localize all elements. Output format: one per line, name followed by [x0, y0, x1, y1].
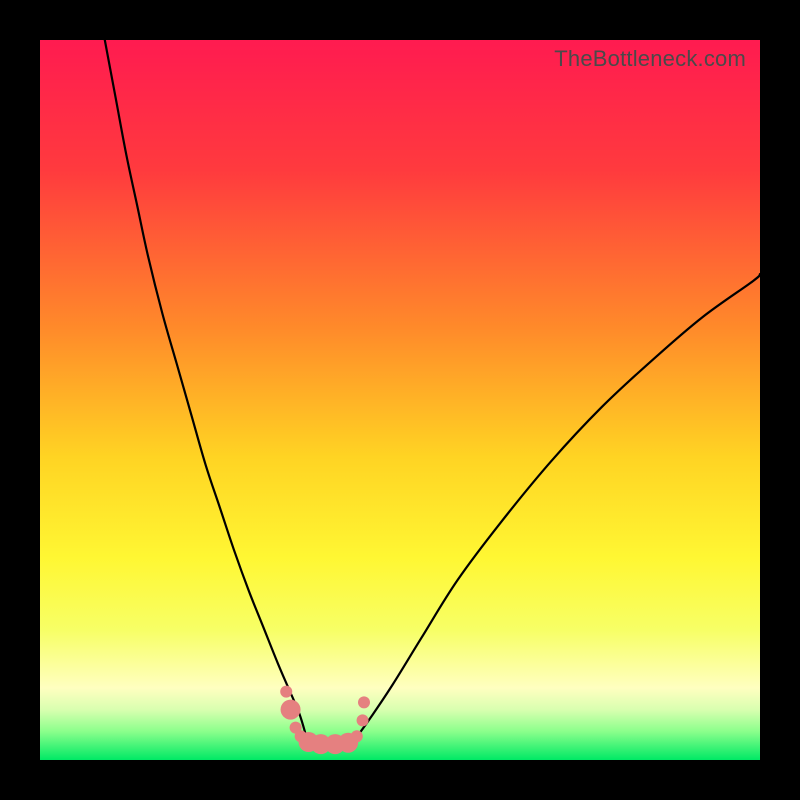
chart-frame: TheBottleneck.com	[0, 0, 800, 800]
left-branch-curve	[105, 40, 307, 737]
right-branch-curve	[357, 274, 760, 737]
plot-area: TheBottleneck.com	[40, 40, 760, 760]
valley-dot	[351, 730, 363, 742]
valley-dot	[280, 686, 292, 698]
valley-dot	[358, 696, 370, 708]
valley-dot	[281, 700, 301, 720]
curves-layer	[40, 40, 760, 760]
valley-dot	[357, 714, 369, 726]
